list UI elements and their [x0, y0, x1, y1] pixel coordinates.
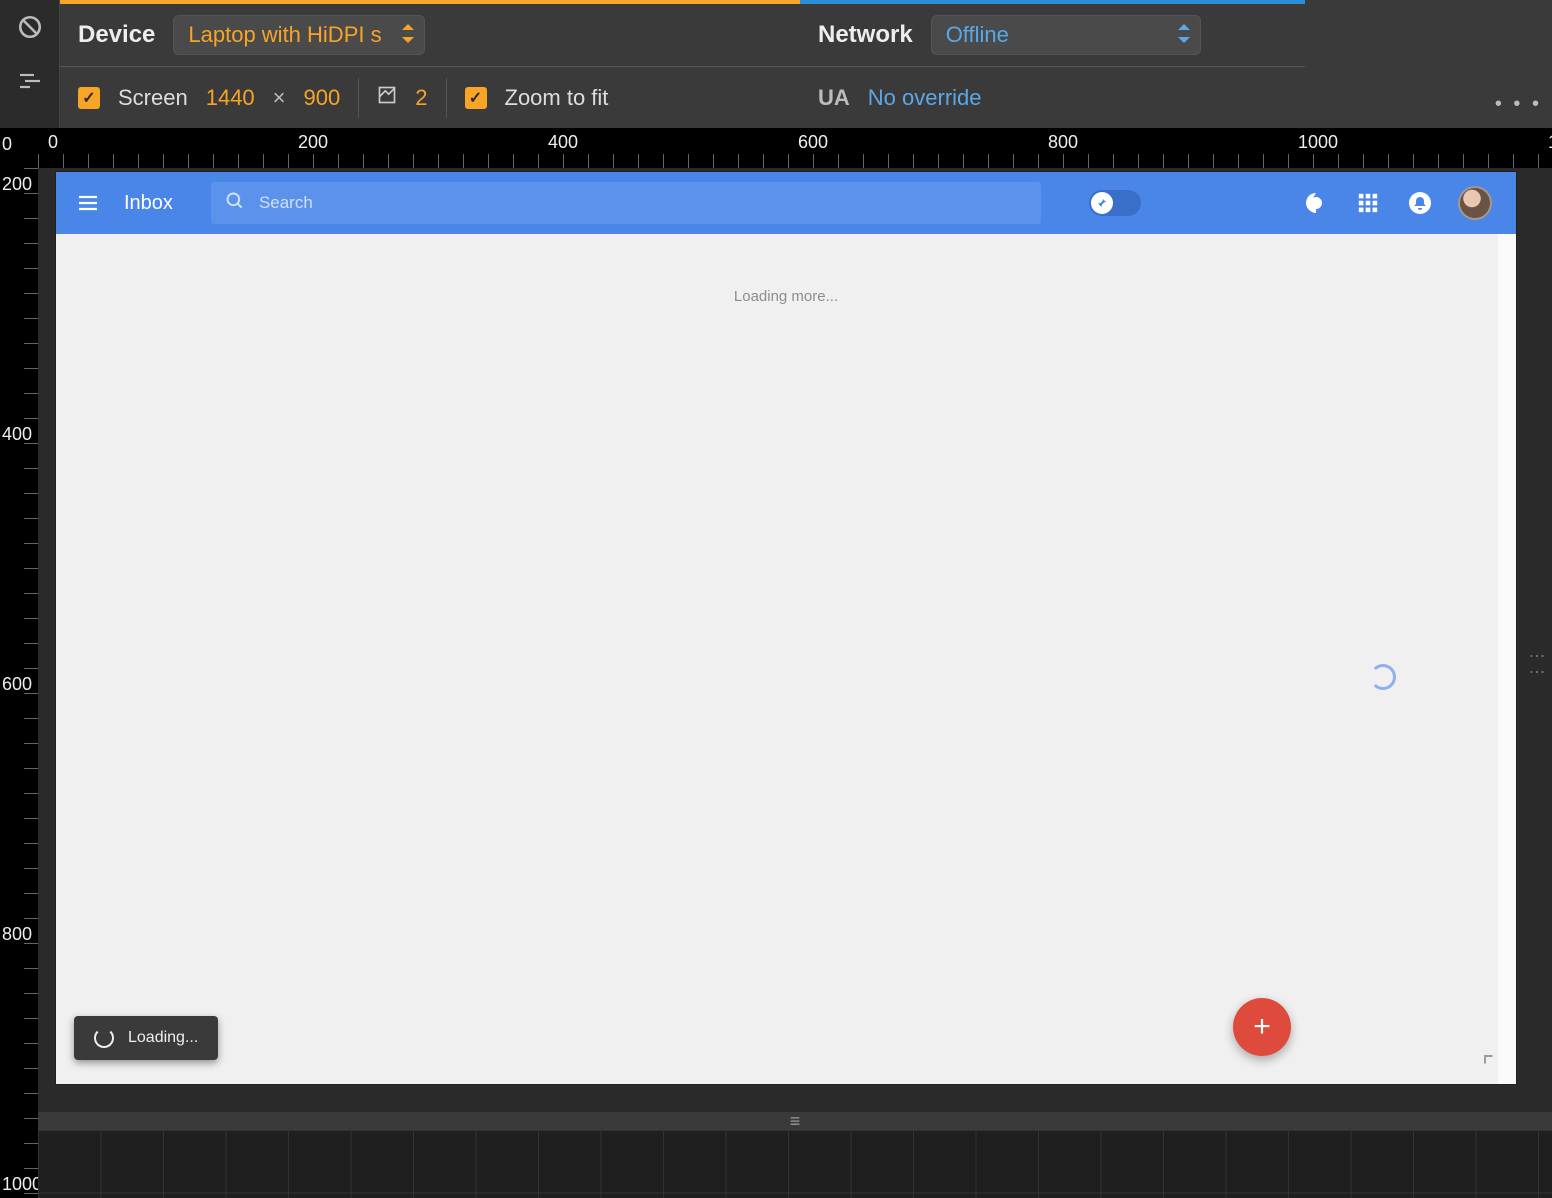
filter-icon[interactable] [0, 54, 60, 108]
devtools-icon-strip [0, 0, 60, 128]
ua-label: UA [818, 85, 850, 111]
plus-icon: + [1253, 1010, 1271, 1044]
grid-overlay [38, 1130, 1552, 1198]
ruler-tick-label: 0 [48, 132, 58, 153]
search-input[interactable] [259, 193, 1027, 213]
search-bar[interactable] [211, 182, 1041, 224]
dpr-icon[interactable] [377, 85, 397, 111]
ruler-tick-label: 400 [548, 132, 578, 153]
ruler-tick-label: 200 [298, 132, 328, 153]
apps-grid-icon[interactable] [1354, 189, 1382, 217]
ruler-tick-label: 0 [2, 134, 12, 155]
zoom-checkbox[interactable]: ✓ [465, 87, 487, 109]
dpr-value[interactable]: 2 [415, 85, 427, 111]
hangouts-icon[interactable] [1302, 189, 1330, 217]
screen-label: Screen [118, 85, 188, 111]
network-select[interactable]: Offline [931, 15, 1201, 55]
device-select-value: Laptop with HiDPI s [188, 22, 381, 48]
resize-corner-icon[interactable] [1482, 1053, 1500, 1076]
device-select[interactable]: Laptop with HiDPI s [173, 15, 424, 55]
spinner-icon [1370, 664, 1396, 690]
divider [446, 78, 447, 118]
search-icon [225, 191, 245, 216]
avatar[interactable] [1458, 186, 1492, 220]
drag-handle-right[interactable]: ⋮⋮ [1527, 648, 1546, 680]
times-icon: × [273, 85, 286, 111]
loading-toast: Loading... [74, 1016, 218, 1060]
zoom-label: Zoom to fit [505, 85, 609, 111]
ruler-tick-label: 600 [798, 132, 828, 153]
drag-handle-bottom[interactable]: ≡ [38, 1112, 1552, 1130]
divider [358, 78, 359, 118]
toast-text: Loading... [128, 1029, 198, 1047]
ruler-vertical: 0 200 400 600 800 1000 [0, 128, 38, 1198]
devtools-toolbar: Device Laptop with HiDPI s ✓ Screen 1440… [60, 0, 1552, 128]
app-title: Inbox [124, 192, 173, 215]
notifications-icon[interactable] [1406, 189, 1434, 217]
pin-icon [1091, 192, 1113, 214]
ua-override-link[interactable]: No override [868, 85, 982, 111]
ruler-tick-label: 1000 [1298, 132, 1338, 153]
more-icon[interactable]: • • • [1495, 93, 1542, 116]
compose-fab[interactable]: + [1233, 998, 1291, 1056]
no-entry-icon[interactable] [0, 0, 60, 54]
screen-height[interactable]: 900 [304, 85, 341, 111]
device-label: Device [78, 21, 155, 49]
scrollbar[interactable] [1498, 234, 1516, 1084]
simulated-app: Inbox Loading more... [56, 172, 1516, 1084]
menu-button[interactable] [70, 185, 106, 221]
network-label: Network [818, 21, 913, 49]
grip-icon: ≡ [790, 1111, 801, 1132]
app-body: Loading more... + Loading... [56, 234, 1516, 1084]
ruler-tick-label: 1200 [1548, 132, 1552, 153]
ruler-tick-label: 800 [1048, 132, 1078, 153]
spinner-icon [94, 1028, 114, 1048]
screen-checkbox[interactable]: ✓ [78, 87, 100, 109]
loading-more-text: Loading more... [734, 288, 838, 305]
network-select-value: Offline [946, 22, 1009, 48]
app-header: Inbox [56, 172, 1516, 234]
pin-toggle[interactable] [1089, 190, 1141, 216]
ruler-horizontal: 0 200 400 600 800 1000 1200 1400 [38, 128, 1552, 168]
screen-width[interactable]: 1440 [206, 85, 255, 111]
